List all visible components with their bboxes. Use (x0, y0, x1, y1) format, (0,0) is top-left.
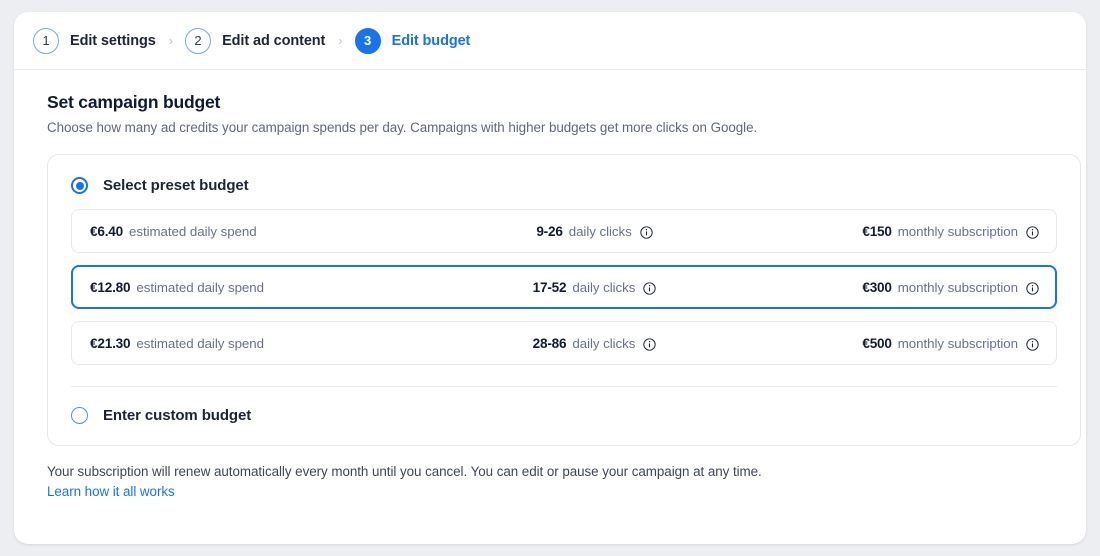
budget-footer: Your subscription will renew automatical… (14, 446, 1086, 501)
budget-row-1-daily-spend: €6.40 estimated daily spend (90, 224, 450, 239)
budget-row-3[interactable]: €21.30 estimated daily spend 28-86 daily… (71, 321, 1057, 365)
budget-row-3-subscription: €500 monthly subscription (739, 336, 1039, 351)
step-edit-budget[interactable]: 3 Edit budget (354, 27, 471, 54)
budget-row-1-daily-spend-value: €6.40 (90, 223, 124, 239)
budget-row-1-subscription: €150 monthly subscription (739, 224, 1039, 239)
step-number-badge-2: 2 (185, 27, 212, 54)
info-icon[interactable] (640, 225, 653, 239)
budget-row-2[interactable]: €12.80 estimated daily spend 17-52 daily… (71, 265, 1057, 309)
info-icon[interactable] (1026, 281, 1039, 295)
radio-preset-label: Select preset budget (103, 177, 249, 194)
budget-row-2-subscription: €300 monthly subscription (739, 280, 1039, 295)
budget-row-2-daily-clicks: 17-52 daily clicks (450, 280, 739, 295)
budget-row-2-subscription-value: €300 (862, 279, 892, 295)
step-label-edit-ad-content: Edit ad content (222, 32, 326, 49)
info-icon[interactable] (643, 337, 657, 351)
radio-enter-custom-budget[interactable]: Enter custom budget (71, 407, 1057, 424)
budget-row-1-daily-spend-unit: estimated daily spend (129, 223, 257, 239)
budget-options-panel: Select preset budget €6.40 estimated dai… (47, 154, 1081, 446)
wizard-card: 1 Edit settings › 2 Edit ad content › 3 … (14, 12, 1086, 544)
budget-row-2-daily-spend: €12.80 estimated daily spend (90, 280, 450, 295)
info-icon[interactable] (1026, 225, 1039, 239)
budget-row-3-daily-clicks-value: 28-86 (532, 335, 567, 351)
options-divider (71, 386, 1057, 387)
step-label-edit-settings: Edit settings (70, 32, 156, 49)
budget-section: Set campaign budget Choose how many ad c… (14, 70, 1086, 446)
budget-row-3-subscription-unit: monthly subscription (897, 335, 1018, 351)
budget-row-1[interactable]: €6.40 estimated daily spend 9-26 daily c… (71, 209, 1057, 253)
budget-row-1-subscription-value: €150 (862, 223, 892, 239)
budget-row-3-daily-spend: €21.30 estimated daily spend (90, 336, 450, 351)
subscription-note: Your subscription will renew automatical… (47, 464, 762, 479)
radio-custom-label: Enter custom budget (103, 407, 252, 424)
step-number-badge-1: 1 (33, 27, 59, 54)
page-subtitle: Choose how many ad credits your campaign… (47, 120, 758, 135)
budget-row-1-daily-clicks-unit: daily clicks (568, 223, 632, 239)
radio-preset-indicator[interactable] (71, 177, 88, 194)
radio-select-preset-budget[interactable]: Select preset budget (71, 177, 1057, 194)
budget-row-2-daily-clicks-value: 17-52 (532, 279, 567, 295)
budget-row-3-subscription-value: €500 (862, 335, 892, 351)
step-edit-ad-content[interactable]: 2 Edit ad content (185, 27, 326, 54)
budget-row-3-daily-spend-value: €21.30 (90, 335, 131, 351)
budget-row-2-daily-spend-value: €12.80 (90, 279, 131, 295)
budget-row-3-daily-clicks-unit: daily clicks (572, 335, 636, 351)
chevron-right-icon-1: › (168, 33, 174, 48)
chevron-right-icon-2: › (338, 33, 343, 48)
budget-row-3-daily-spend-unit: estimated daily spend (136, 335, 264, 351)
budget-row-3-daily-clicks: 28-86 daily clicks (450, 336, 739, 351)
radio-custom-indicator[interactable] (71, 407, 88, 424)
info-icon[interactable] (643, 281, 657, 295)
step-number-badge-3: 3 (354, 27, 381, 54)
learn-how-it-works-link[interactable]: Learn how it all works (47, 484, 175, 499)
step-label-edit-budget: Edit budget (391, 32, 471, 49)
budget-row-1-daily-clicks: 9-26 daily clicks (450, 224, 739, 239)
budget-row-1-daily-clicks-value: 9-26 (536, 223, 563, 239)
budget-row-1-subscription-unit: monthly subscription (897, 223, 1018, 239)
step-edit-settings[interactable]: 1 Edit settings (33, 27, 156, 54)
budget-row-2-daily-clicks-unit: daily clicks (572, 279, 636, 295)
info-icon[interactable] (1026, 337, 1039, 351)
budget-row-2-subscription-unit: monthly subscription (897, 279, 1018, 295)
wizard-stepper: 1 Edit settings › 2 Edit ad content › 3 … (14, 12, 1086, 70)
budget-row-list: €6.40 estimated daily spend 9-26 daily c… (71, 209, 1057, 365)
page-title: Set campaign budget (47, 92, 221, 112)
budget-row-2-daily-spend-unit: estimated daily spend (136, 279, 264, 295)
